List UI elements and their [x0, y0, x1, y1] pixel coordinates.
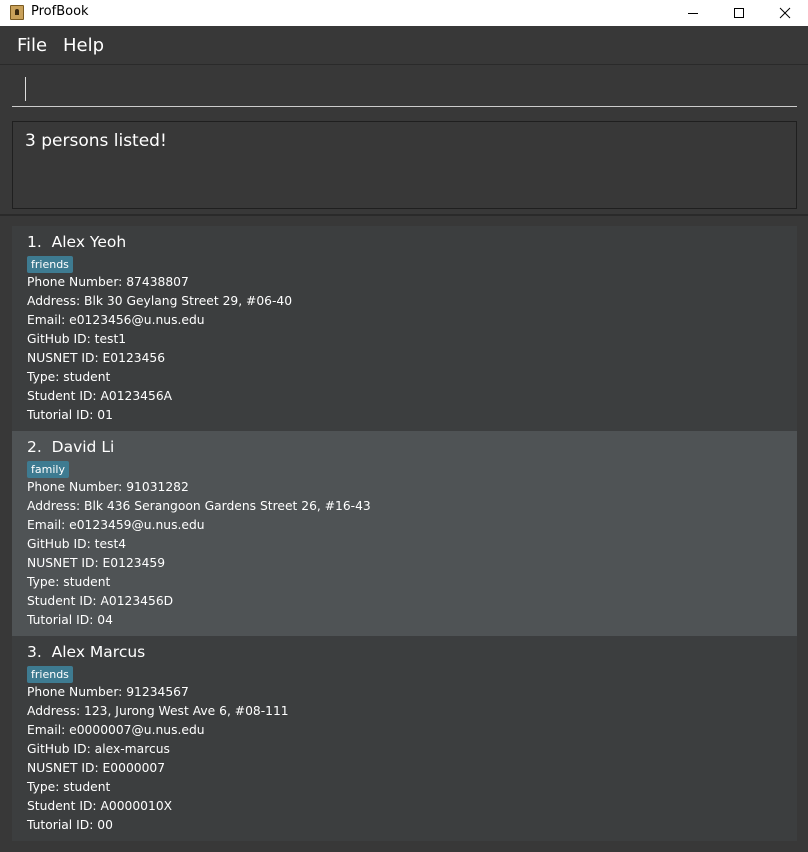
phone-field: Phone Number: 87438807 [27, 275, 189, 289]
minimize-icon [688, 13, 698, 14]
maximize-button[interactable] [716, 0, 762, 26]
person-name: 2. David Li [27, 438, 115, 456]
type-field: Type: student [27, 780, 111, 794]
github-field: GitHub ID: alex-marcus [27, 742, 170, 756]
command-input[interactable] [12, 69, 797, 107]
student-id-field: Student ID: A0000010X [27, 799, 173, 813]
person-name: 3. Alex Marcus [27, 643, 146, 661]
close-button[interactable] [762, 0, 808, 26]
tag-badge: family [27, 461, 69, 478]
text-caret [25, 77, 26, 101]
person-card[interactable]: 1. Alex Yeoh friends Phone Number: 87438… [12, 226, 797, 431]
tag-badge: friends [27, 256, 73, 273]
tag-badge: friends [27, 666, 73, 683]
maximize-icon [734, 8, 744, 18]
nusnet-field: NUSNET ID: E0123456 [27, 351, 166, 365]
nusnet-field: NUSNET ID: E0123459 [27, 556, 166, 570]
person-card[interactable]: 3. Alex Marcus friends Phone Number: 912… [12, 636, 797, 841]
menu-help[interactable]: Help [63, 35, 104, 56]
student-id-field: Student ID: A0123456D [27, 594, 174, 608]
address-field: Address: Blk 30 Geylang Street 29, #06-4… [27, 294, 293, 308]
nusnet-field: NUSNET ID: E0000007 [27, 761, 166, 775]
tutorial-field: Tutorial ID: 04 [27, 613, 113, 627]
email-field: Email: e0000007@u.nus.edu [27, 723, 205, 737]
person-card-selected[interactable]: 2. David Li family Phone Number: 9103128… [12, 431, 797, 636]
close-icon [779, 7, 791, 19]
address-book-icon [10, 5, 24, 20]
student-id-field: Student ID: A0123456A [27, 389, 173, 403]
email-field: Email: e0123456@u.nus.edu [27, 313, 205, 327]
tutorial-field: Tutorial ID: 00 [27, 818, 113, 832]
tutorial-field: Tutorial ID: 01 [27, 408, 113, 422]
window-title: ProfBook [31, 4, 89, 19]
person-name: 1. Alex Yeoh [27, 233, 127, 251]
type-field: Type: student [27, 370, 111, 384]
menu-file[interactable]: File [17, 35, 47, 56]
menu-bar: File Help [0, 27, 808, 65]
title-bar: ProfBook [0, 0, 808, 26]
phone-field: Phone Number: 91031282 [27, 480, 189, 494]
github-field: GitHub ID: test1 [27, 332, 127, 346]
person-list[interactable]: 1. Alex Yeoh friends Phone Number: 87438… [0, 216, 808, 852]
minimize-button[interactable] [670, 0, 716, 26]
result-display: 3 persons listed! [12, 121, 797, 209]
email-field: Email: e0123459@u.nus.edu [27, 518, 205, 532]
phone-field: Phone Number: 91234567 [27, 685, 189, 699]
result-message: 3 persons listed! [25, 131, 167, 151]
app-window: ProfBook File Help 3 persons listed! 1. … [0, 0, 808, 852]
command-box [0, 65, 808, 115]
address-field: Address: 123, Jurong West Ave 6, #08-111 [27, 704, 289, 718]
address-field: Address: Blk 436 Serangoon Gardens Stree… [27, 499, 371, 513]
type-field: Type: student [27, 575, 111, 589]
github-field: GitHub ID: test4 [27, 537, 127, 551]
